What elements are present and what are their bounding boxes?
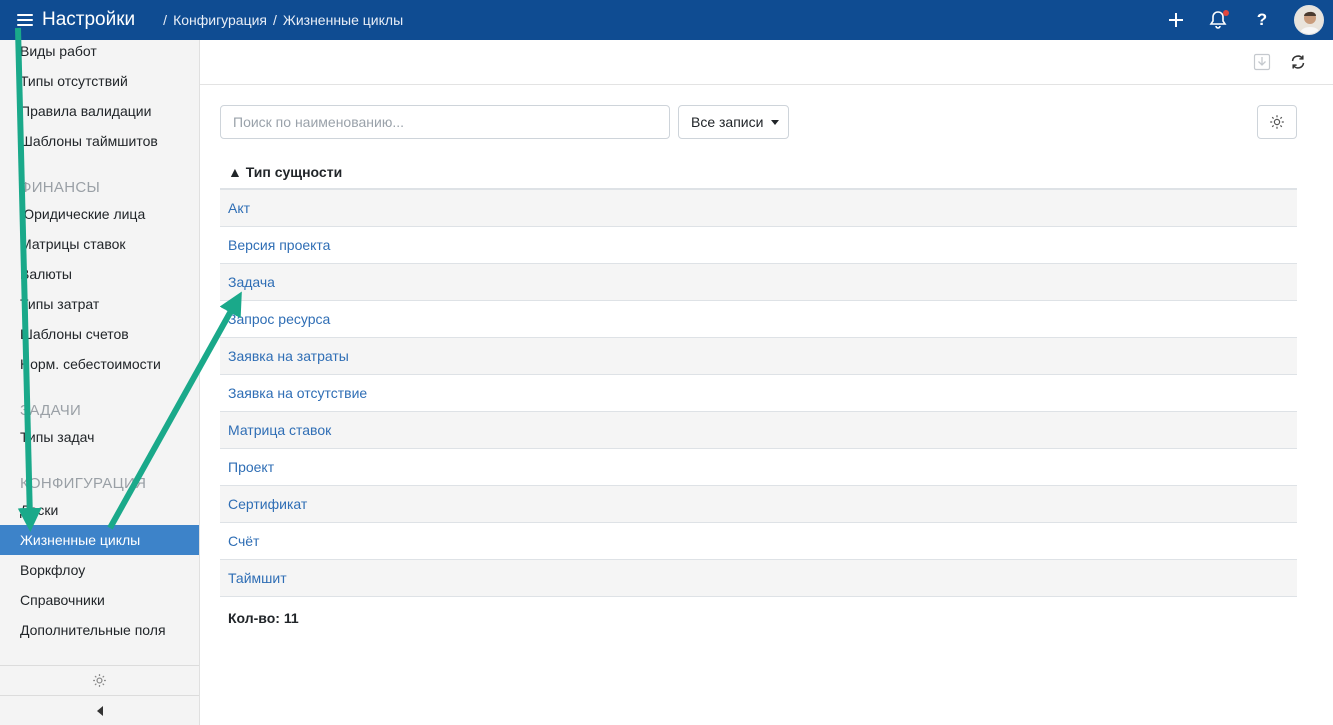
table-row: Задача xyxy=(220,264,1297,301)
chevron-left-icon xyxy=(96,705,103,716)
table-row: Таймшит xyxy=(220,560,1297,597)
table-row: Заявка на затраты xyxy=(220,338,1297,375)
breadcrumb-configuration[interactable]: Конфигурация xyxy=(173,12,267,28)
app-title[interactable]: Настройки xyxy=(42,9,135,31)
entity-link[interactable]: Запрос ресурса xyxy=(228,311,330,327)
record-count: Кол-во: 11 xyxy=(228,610,299,626)
menu-icon[interactable] xyxy=(17,14,33,26)
notification-dot xyxy=(1223,10,1229,16)
gear-icon xyxy=(93,674,106,687)
sidebar-settings-button[interactable] xyxy=(0,665,199,695)
refresh-icon[interactable] xyxy=(1287,51,1309,73)
breadcrumb-current: Жизненные циклы xyxy=(282,12,404,28)
caret-down-icon xyxy=(771,119,780,125)
table-row: Запрос ресурса xyxy=(220,301,1297,338)
table-row: Матрица ставок xyxy=(220,412,1297,449)
table-row: Счёт xyxy=(220,523,1297,560)
entity-link[interactable]: Матрица ставок xyxy=(228,422,331,438)
sidebar-item-lifecycles[interactable]: Жизненные циклы xyxy=(0,525,199,555)
entity-link[interactable]: Сертификат xyxy=(228,496,307,512)
bell-icon[interactable] xyxy=(1207,9,1229,31)
entity-link[interactable]: Проект xyxy=(228,459,274,475)
sidebar-item-validation-rules[interactable]: Правила валидации xyxy=(0,96,199,126)
plus-icon[interactable] xyxy=(1165,9,1187,31)
avatar[interactable] xyxy=(1294,5,1324,35)
sidebar-item-absence-types[interactable]: Типы отсутствий xyxy=(0,66,199,96)
sidebar-item-legal-entities[interactable]: Юридические лица xyxy=(0,199,199,229)
sidebar-item-currencies[interactable]: Валюты xyxy=(0,259,199,289)
table-row: Сертификат xyxy=(220,486,1297,523)
sidebar-item-rate-matrices[interactable]: Матрицы ставок xyxy=(0,229,199,259)
entity-link[interactable]: Таймшит xyxy=(228,570,287,586)
sidebar-item-work-types[interactable]: Виды работ xyxy=(0,36,199,66)
table-settings-button[interactable] xyxy=(1257,105,1297,139)
entity-link[interactable]: Версия проекта xyxy=(228,237,330,253)
entity-link[interactable]: Счёт xyxy=(228,533,259,549)
top-bar: Настройки / Конфигурация / Жизненные цик… xyxy=(0,0,1333,40)
gear-icon xyxy=(1270,115,1284,129)
table-row: Заявка на отсутствие xyxy=(220,375,1297,412)
main-content: Все записи ▲ Тип сущности Акт Версия про… xyxy=(200,40,1333,725)
help-icon[interactable]: ? xyxy=(1251,9,1273,31)
table-row: Версия проекта xyxy=(220,227,1297,264)
sidebar-item-task-types[interactable]: Типы задач xyxy=(0,422,199,452)
sidebar-item-workflow[interactable]: Воркфлоу xyxy=(0,555,199,585)
records-filter-value: Все записи xyxy=(691,114,764,130)
table-body: Акт Версия проекта Задача Запрос ресурса… xyxy=(220,190,1297,597)
sidebar-item-timesheet-templates[interactable]: Шаблоны таймшитов xyxy=(0,126,199,156)
sidebar-item-cost-norms[interactable]: Норм. себестоимости xyxy=(0,349,199,379)
entity-link[interactable]: Заявка на затраты xyxy=(228,348,349,364)
entity-type-table: ▲ Тип сущности Акт Версия проекта Задача… xyxy=(220,154,1297,597)
sidebar-item-custom-fields[interactable]: Дополнительные поля xyxy=(0,615,199,645)
sidebar-group-finance: ФИНАНСЫ xyxy=(20,179,101,196)
sidebar-group-configuration: КОНФИГУРАЦИЯ xyxy=(20,475,147,492)
entity-link[interactable]: Акт xyxy=(228,200,250,216)
sidebar-item-cost-types[interactable]: Типы затрат xyxy=(0,289,199,319)
records-filter-dropdown[interactable]: Все записи xyxy=(678,105,789,139)
sidebar: Виды работ Типы отсутствий Правила валид… xyxy=(0,40,200,725)
sidebar-group-tasks: ЗАДАЧИ xyxy=(20,402,82,419)
search-input[interactable] xyxy=(220,105,670,139)
table-row: Акт xyxy=(220,190,1297,227)
entity-link[interactable]: Заявка на отсутствие xyxy=(228,385,367,401)
sidebar-item-directories[interactable]: Справочники xyxy=(0,585,199,615)
sidebar-collapse-button[interactable] xyxy=(0,695,199,725)
sidebar-item-invoice-templates[interactable]: Шаблоны счетов xyxy=(0,319,199,349)
table-row: Проект xyxy=(220,449,1297,486)
entity-link[interactable]: Задача xyxy=(228,274,275,290)
breadcrumb: / Конфигурация / Жизненные циклы xyxy=(163,12,404,28)
download-icon[interactable] xyxy=(1251,51,1273,73)
column-header-entity-type[interactable]: ▲ Тип сущности xyxy=(220,154,1297,190)
toolbar xyxy=(200,40,1333,85)
sidebar-item-boards[interactable]: Доски xyxy=(0,495,199,525)
